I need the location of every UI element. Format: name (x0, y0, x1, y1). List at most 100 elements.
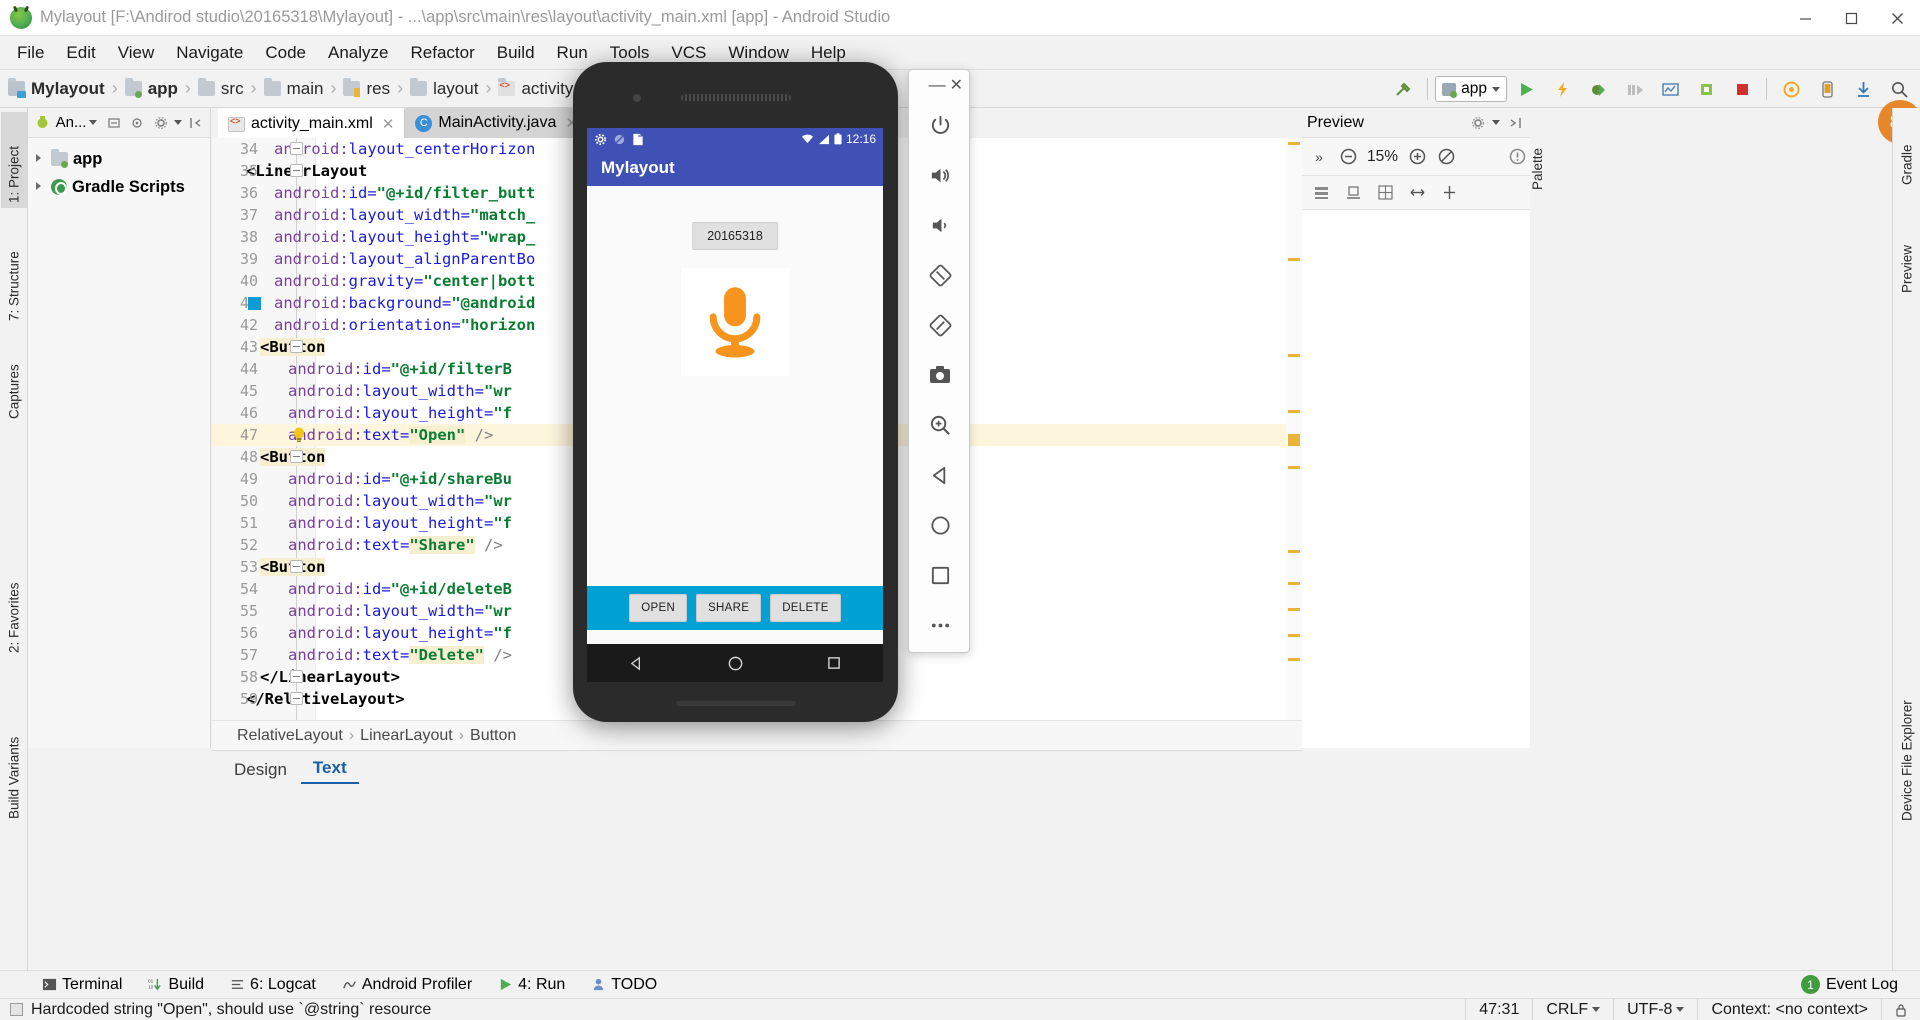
maximize-button[interactable] (1828, 0, 1874, 36)
code-fold-toggle[interactable] (290, 450, 303, 463)
sidebar-item-gradle[interactable]: Gradle (1894, 114, 1920, 190)
code-fold-toggle[interactable] (290, 560, 303, 573)
event-log-button[interactable]: 1 Event Log (1800, 975, 1898, 994)
menu-code[interactable]: Code (254, 40, 317, 66)
zoom-out-icon[interactable] (1335, 144, 1361, 170)
menu-analyze[interactable]: Analyze (317, 40, 399, 66)
recents-square-icon[interactable] (909, 550, 971, 600)
warning-marker[interactable] (1288, 258, 1300, 261)
run-configuration-select[interactable]: app (1435, 76, 1507, 102)
tab-text[interactable]: Text (300, 754, 359, 784)
editor-marker-stripe[interactable] (1286, 138, 1302, 720)
breadcrumb-item-layout[interactable]: layout (410, 78, 478, 99)
tab-activity-main-xml[interactable]: activity_main.xml ✕ (218, 108, 406, 138)
debug-button[interactable] (1581, 73, 1615, 105)
emulator-share-button[interactable]: SHARE (696, 594, 762, 622)
sidebar-item-favorites[interactable]: 2: Favorites (1, 548, 27, 658)
power-icon[interactable] (909, 100, 971, 150)
chevron-down-icon[interactable] (1492, 120, 1500, 125)
menu-view[interactable]: View (107, 40, 166, 66)
code-fold-toggle[interactable] (290, 164, 303, 177)
menu-build[interactable]: Build (486, 40, 546, 66)
menu-file[interactable]: File (6, 40, 55, 66)
warning-icon[interactable] (1504, 144, 1530, 170)
breadcrumb-relativelayout[interactable]: RelativeLayout (237, 727, 343, 745)
code-fold-toggle[interactable] (290, 670, 303, 683)
breadcrumb-item-project[interactable]: Mylayout (8, 78, 105, 99)
bottom-item-build[interactable]: 01 10 Build (148, 976, 204, 994)
download-icon[interactable] (1846, 73, 1880, 105)
hide-panel-icon[interactable] (1504, 112, 1525, 133)
minimize-button[interactable] (1782, 0, 1828, 36)
breadcrumb-linearlayout[interactable]: LinearLayout (360, 727, 453, 745)
breadcrumb-item-src[interactable]: src (197, 78, 244, 99)
settings-gear-icon[interactable] (1467, 112, 1488, 133)
warning-marker[interactable] (1288, 658, 1300, 661)
breadcrumb-button[interactable]: Button (470, 727, 516, 745)
chevrons-right-icon[interactable]: » (1306, 144, 1332, 170)
stop-button[interactable] (1725, 73, 1759, 105)
palette-tool-tab[interactable]: Palette (1530, 112, 1554, 232)
chevron-down-icon[interactable] (89, 120, 98, 125)
breakpoint-marker[interactable] (248, 297, 261, 310)
sidebar-item-device-file-explorer[interactable]: Device File Explorer (1894, 666, 1920, 826)
sidebar-item-build-variants[interactable]: Build Variants (1, 696, 27, 824)
profiler-icon[interactable] (1653, 73, 1687, 105)
file-encoding[interactable]: UTF-8 (1613, 998, 1697, 1020)
chevron-right-icon[interactable] (34, 153, 46, 165)
warning-marker[interactable] (1288, 466, 1300, 469)
menu-navigate[interactable]: Navigate (165, 40, 254, 66)
breadcrumb-item-app[interactable]: app (124, 78, 178, 99)
emulator-screen[interactable]: 12:16 Mylayout 20165318 孙晓暄 (587, 128, 883, 644)
sdk-manager-icon[interactable] (1774, 73, 1808, 105)
sidebar-item-project[interactable]: 1: Project (1, 112, 27, 208)
context-info[interactable]: Context: <no context> (1697, 998, 1881, 1020)
close-button[interactable] (1874, 0, 1920, 36)
align-bottom-icon[interactable] (1340, 180, 1366, 206)
code-fold-toggle[interactable] (290, 142, 303, 155)
zoom-in-icon[interactable] (1404, 144, 1430, 170)
breadcrumb-item-main[interactable]: main (263, 78, 323, 99)
lock-icon[interactable] (1881, 998, 1920, 1020)
warning-marker[interactable] (1288, 608, 1300, 611)
bottom-item-run[interactable]: 4: Run (498, 976, 565, 994)
emulator-minimize-button[interactable]: — (929, 75, 946, 95)
warning-marker[interactable] (1288, 142, 1300, 145)
back-triangle-icon[interactable] (909, 450, 971, 500)
bottom-item-todo[interactable]: TODO (591, 976, 657, 994)
menu-refactor[interactable]: Refactor (399, 40, 485, 66)
breadcrumb-item-res[interactable]: res (343, 78, 390, 99)
zoom-reset-icon[interactable] (1433, 144, 1459, 170)
warning-marker[interactable] (1288, 354, 1300, 357)
warning-marker[interactable] (1288, 582, 1300, 585)
caret-position[interactable]: 47:31 (1465, 998, 1532, 1020)
sidebar-item-captures[interactable]: Captures (1, 332, 27, 424)
run-button[interactable] (1509, 73, 1543, 105)
chevron-down-icon[interactable] (174, 120, 183, 125)
tab-design[interactable]: Design (222, 756, 299, 784)
home-circle-icon[interactable] (909, 500, 971, 550)
grid-icon[interactable] (1372, 180, 1398, 206)
intention-bulb-icon[interactable] (290, 426, 308, 444)
line-separator[interactable]: CRLF (1532, 998, 1613, 1020)
code-fold-toggle[interactable] (290, 692, 303, 705)
screenshot-camera-icon[interactable] (909, 350, 971, 400)
emulator-device-frame[interactable]: 12:16 Mylayout 20165318 孙晓暄 (573, 62, 898, 722)
sidebar-item-preview[interactable]: Preview (1894, 216, 1920, 298)
warning-marker[interactable] (1288, 410, 1300, 413)
tab-main-activity-java[interactable]: C MainActivity.java ✕ (405, 108, 589, 138)
tree-item-app[interactable]: app (34, 145, 206, 173)
bottom-item-terminal[interactable]: Terminal (42, 976, 122, 994)
rotate-left-icon[interactable] (909, 250, 971, 300)
volume-down-icon[interactable] (909, 200, 971, 250)
volume-up-icon[interactable] (909, 150, 971, 200)
instant-run-icon[interactable] (1545, 73, 1579, 105)
scroll-thumb[interactable] (1288, 434, 1300, 446)
build-hammer-icon[interactable] (1386, 73, 1420, 105)
warning-marker[interactable] (1288, 634, 1300, 637)
emulator-close-button[interactable]: ✕ (950, 75, 963, 95)
bottom-item-android-profiler[interactable]: Android Profiler (342, 976, 472, 994)
zoom-in-icon[interactable] (909, 400, 971, 450)
emulator-open-button[interactable]: OPEN (629, 594, 688, 622)
settings-gear-icon[interactable] (151, 112, 172, 133)
